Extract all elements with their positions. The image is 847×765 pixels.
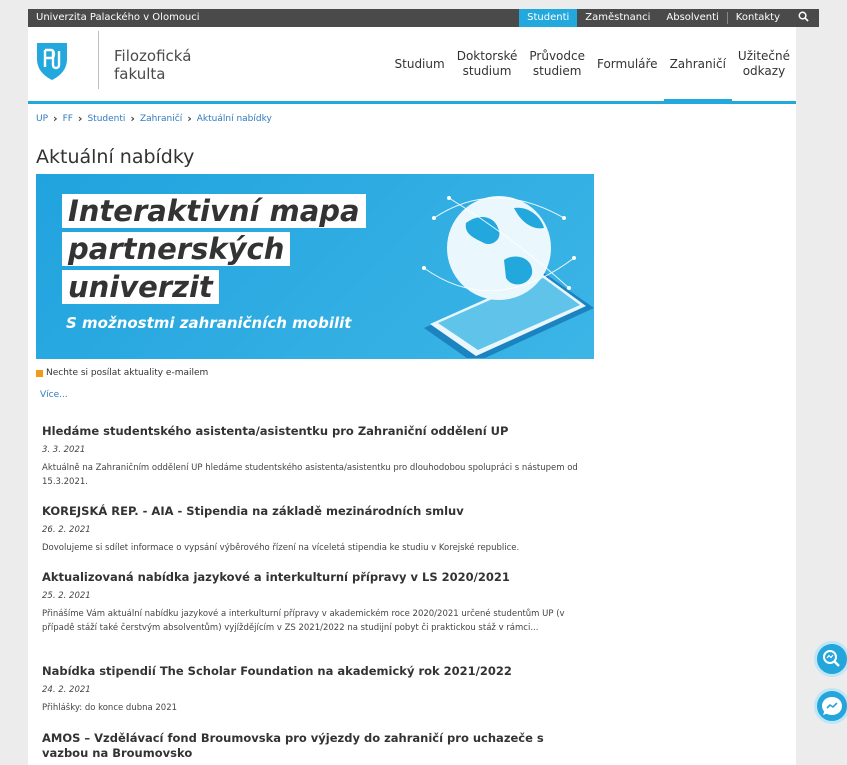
news-title-link[interactable]: Hledáme studentského asistenta/asistentk… [42,424,592,439]
faculty-name-line1: Filozofická [114,47,192,65]
news-item: KOREJSKÁ REP. - AIA - Stipendia na zákla… [42,504,592,555]
news-title-link[interactable]: Aktualizovaná nabídka jazykové a interku… [42,570,592,585]
breadcrumb-current[interactable]: Aktuální nabídky [197,114,272,124]
chat-bubble-icon [822,697,842,715]
top-bar: Univerzita Palackého v Olomouci Studenti… [28,9,819,27]
faculty-name-line2: fakulta [114,65,166,83]
nav-label: studium [462,64,512,78]
news-summary: Dovolujeme si sdílet informace o vypsání… [42,543,520,553]
chevron-right-icon: › [187,112,192,125]
rss-subscribe[interactable]: Nechte si posílat aktuality e-mailem [36,368,208,378]
header-divider [98,31,99,89]
news-summary: Přinášíme Vám aktuální nabídku jazykové … [42,609,565,633]
site-header: Filozofická fakulta Studium Doktorské stu… [28,27,796,104]
nav-label: Průvodce [529,49,585,63]
news-date: 3. 3. 2021 [42,445,86,455]
banner-subtitle: S možnostmi zahraničních mobilit [66,314,352,332]
news-summary: Přihlášky: do konce dubna 2021 [42,703,178,713]
news-summary: Aktuálně na Zahraničním oddělení UP hled… [42,463,578,487]
chevron-right-icon: › [77,112,83,125]
top-nav: Studenti Zaměstnanci Absolventi Kontakty [519,9,819,27]
main-content: UP › FF › Studenti › Zahraničí › Aktuáln… [28,104,796,765]
banner-line1: Interaktivní mapa [62,194,366,228]
nav-doktorske-studium[interactable]: Doktorské studium [451,27,524,101]
rss-icon [36,369,43,377]
top-nav-kontakty[interactable]: Kontakty [728,9,788,27]
nav-zahranici[interactable]: Zahraničí [663,27,733,104]
top-nav-zamestnanci[interactable]: Zaměstnanci [577,9,658,27]
rss-subscribe-label: Nechte si posílat aktuality e-mailem [46,368,209,378]
news-date: 25. 2. 2021 [42,591,91,601]
nav-label: studiem [532,64,582,78]
news-item: AMOS – Vzdělávací fond Broumovska pro vý… [42,731,592,761]
nav-studium[interactable]: Studium [389,27,451,101]
banner-line3: univerzit [62,270,219,304]
banner-line2: partnerských [62,232,291,266]
news-date: 24. 2. 2021 [42,685,91,695]
news-item: Hledáme studentského asistenta/asistentk… [42,424,592,489]
nav-label: Zahraničí [669,56,726,71]
nav-pruvodce-studiem[interactable]: Průvodce studiem [523,27,591,101]
breadcrumb-studenti[interactable]: Studenti [87,114,125,124]
top-nav-studenti[interactable]: Studenti [519,9,578,27]
university-name[interactable]: Univerzita Palackého v Olomouci [36,12,200,23]
chat-button[interactable] [814,688,847,724]
nav-label: odkazy [742,64,786,78]
breadcrumb-zahranici[interactable]: Zahraničí [140,114,182,124]
top-nav-absolventi[interactable]: Absolventi [658,9,726,27]
zoom-chart-icon [823,650,840,667]
nav-label: Formuláře [596,56,658,71]
nav-uzitecne-odkazy[interactable]: Užitečné odkazy [732,27,796,101]
chevron-right-icon: › [53,112,58,125]
news-item: Aktualizovaná nabídka jazykové a interku… [42,570,592,635]
breadcrumb: UP › FF › Studenti › Zahraničí › Aktuáln… [36,112,272,125]
breadcrumb-up[interactable]: UP [36,114,48,124]
search-icon[interactable] [788,9,819,27]
search-analytics-button[interactable] [814,641,847,677]
news-title-link[interactable]: AMOS – Vzdělávací fond Broumovska pro vý… [42,731,592,761]
faculty-name[interactable]: Filozofická fakulta [114,47,191,83]
globe-phone-illustration-icon [422,196,594,358]
nav-formulare[interactable]: Formuláře [591,27,664,101]
university-logo-icon[interactable] [36,41,68,81]
news-date: 26. 2. 2021 [42,525,91,535]
news-title-link[interactable]: KOREJSKÁ REP. - AIA - Stipendia na zákla… [42,504,592,519]
nav-label: Doktorské [456,49,518,63]
page-title: Aktuální nabídky [36,146,195,168]
more-link[interactable]: Více... [40,390,68,400]
breadcrumb-ff[interactable]: FF [63,114,73,124]
nav-label: Studium [394,56,445,71]
nav-label: Užitečné [737,49,790,63]
chevron-right-icon: › [130,112,135,125]
main-nav: Studium Doktorské studium Průvodce studiem… [389,27,796,104]
partner-map-banner[interactable]: Interaktivní mapa partnerských univerzit… [36,174,594,359]
news-title-link[interactable]: Nabídka stipendií The Scholar Foundation… [42,664,592,679]
news-item: Nabídka stipendií The Scholar Foundation… [42,664,592,715]
